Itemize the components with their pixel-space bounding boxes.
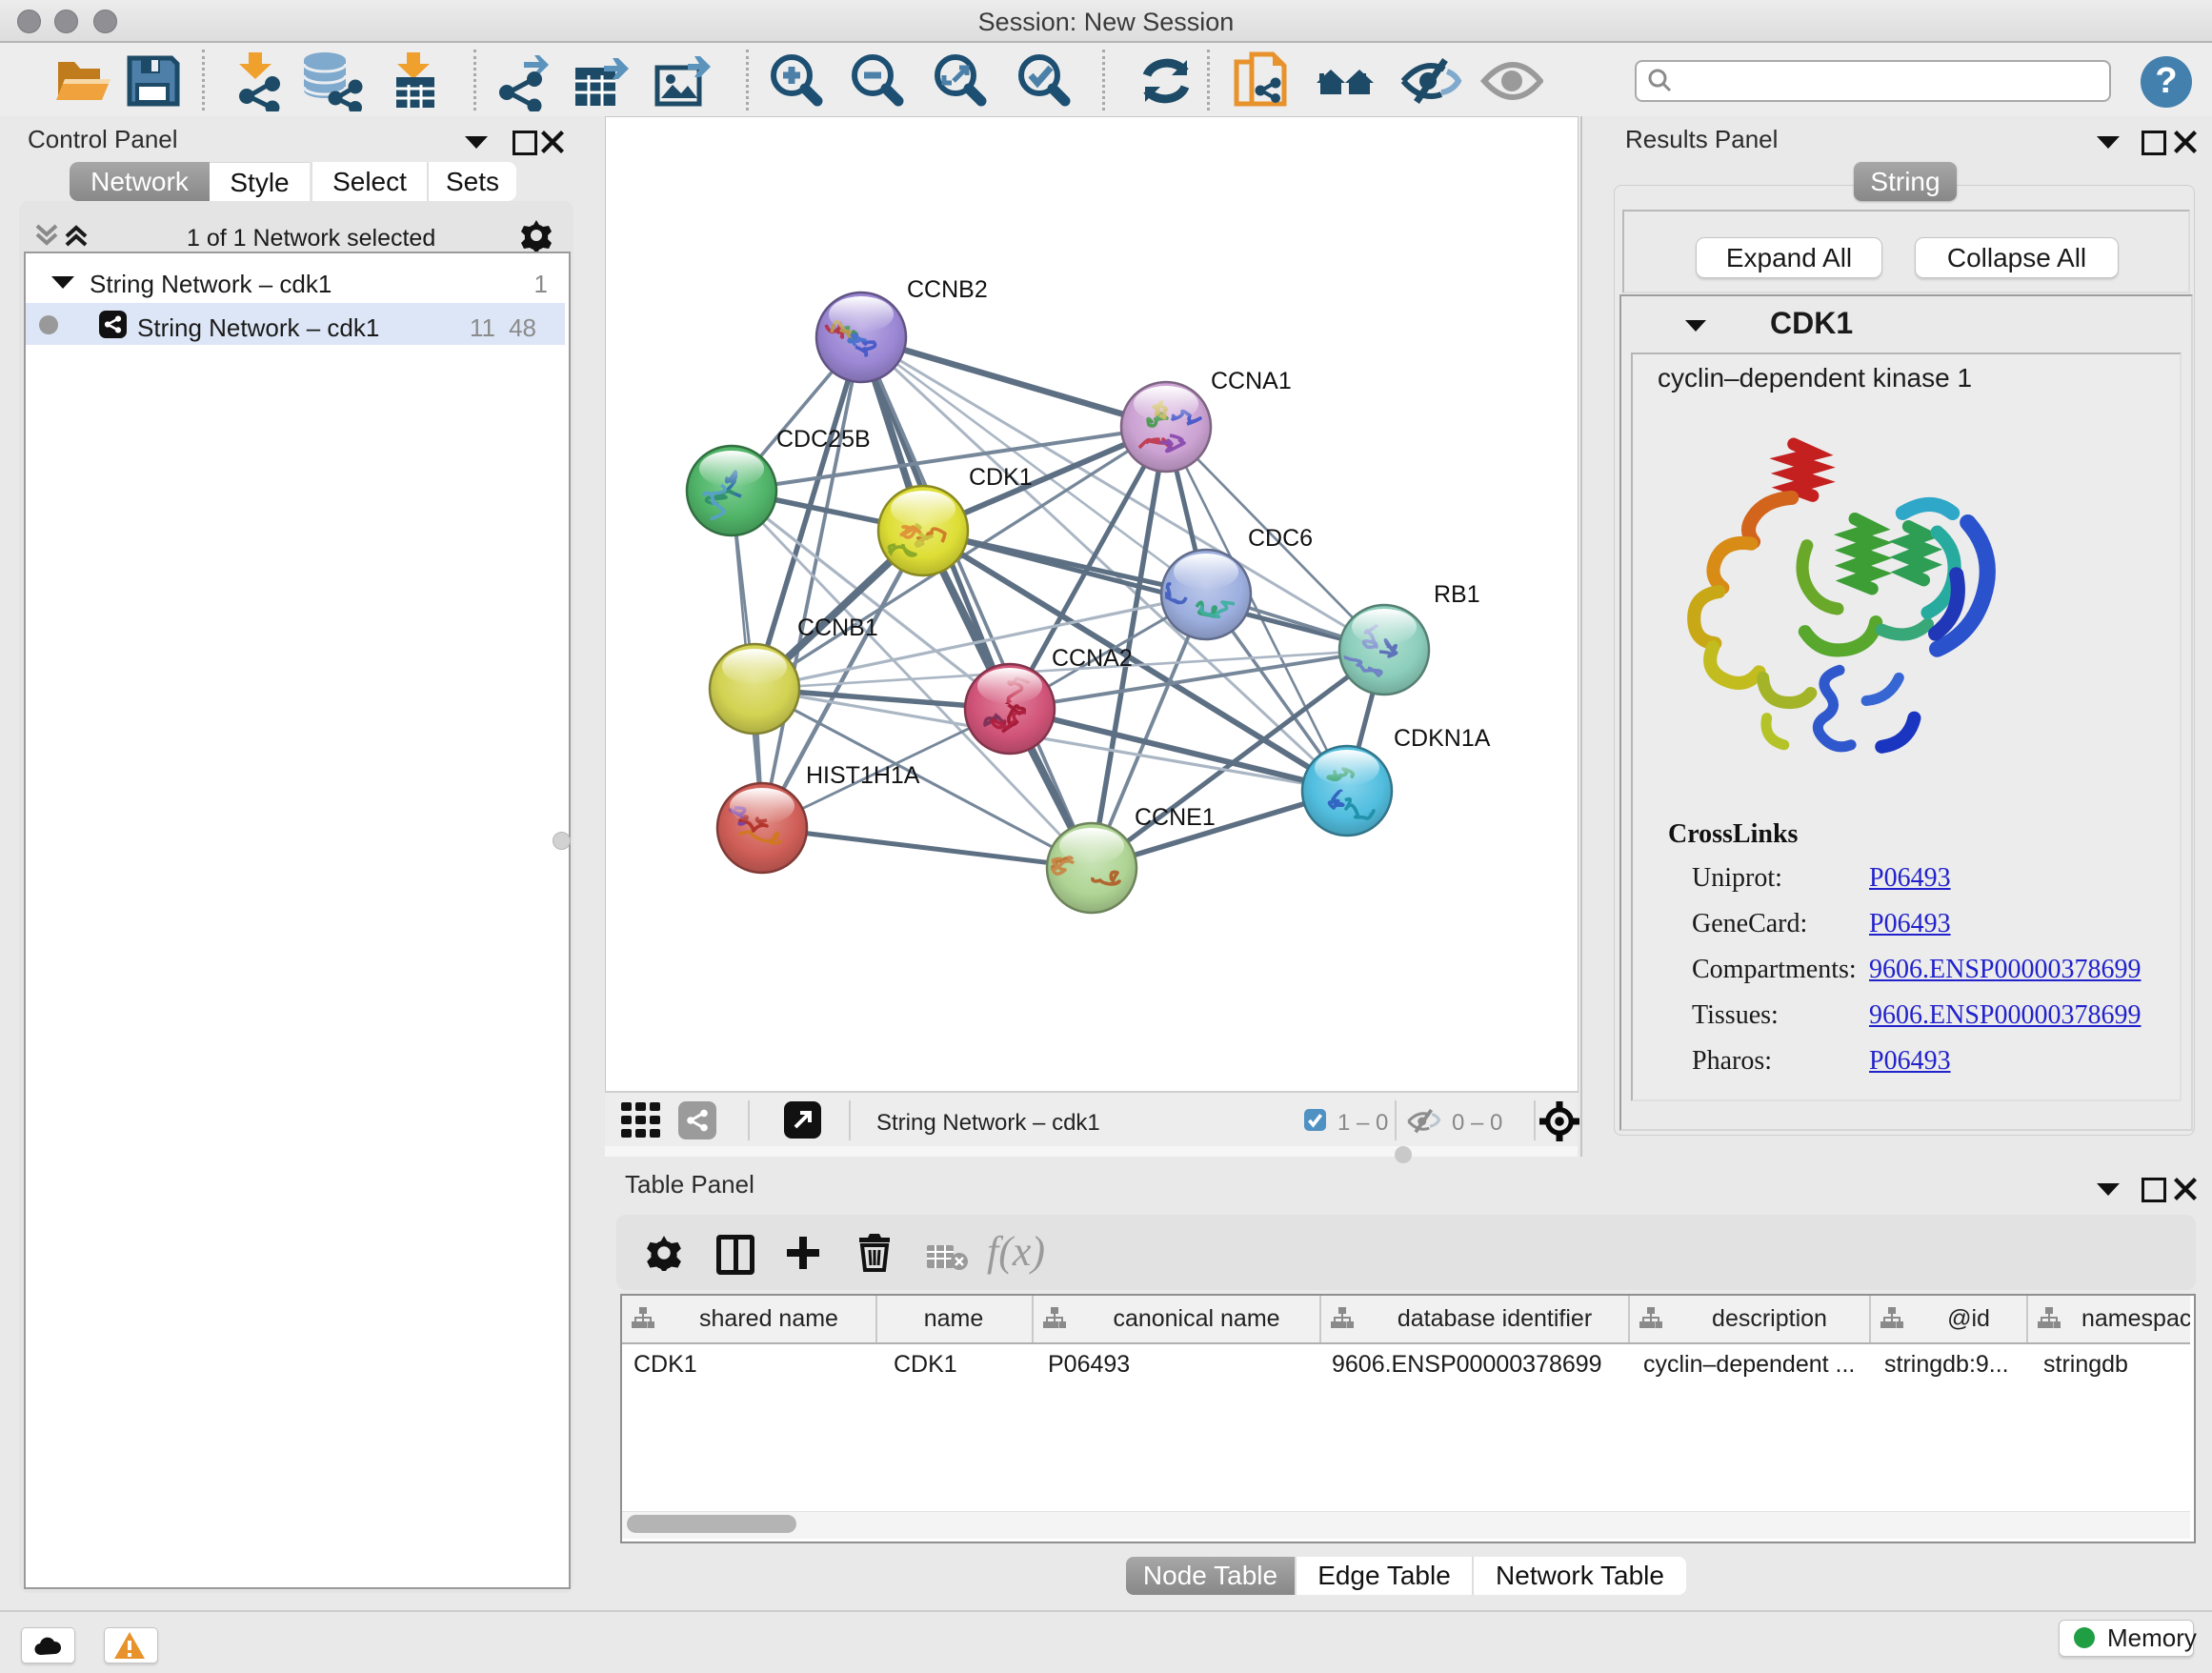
svg-text:RB1: RB1 (1434, 581, 1480, 608)
svg-text:CCNA2: CCNA2 (1052, 645, 1133, 672)
svg-text:CDC25B: CDC25B (776, 426, 871, 453)
svg-text:CCNB2: CCNB2 (907, 276, 988, 303)
svg-text:HIST1H1A: HIST1H1A (806, 762, 920, 789)
svg-text:CDK1: CDK1 (969, 464, 1033, 491)
svg-text:CDKN1A: CDKN1A (1394, 725, 1491, 752)
svg-text:CCNE1: CCNE1 (1135, 804, 1216, 831)
svg-text:CCNB1: CCNB1 (797, 615, 878, 641)
svg-text:CCNA1: CCNA1 (1211, 368, 1292, 394)
svg-text:CDC6: CDC6 (1248, 525, 1313, 552)
